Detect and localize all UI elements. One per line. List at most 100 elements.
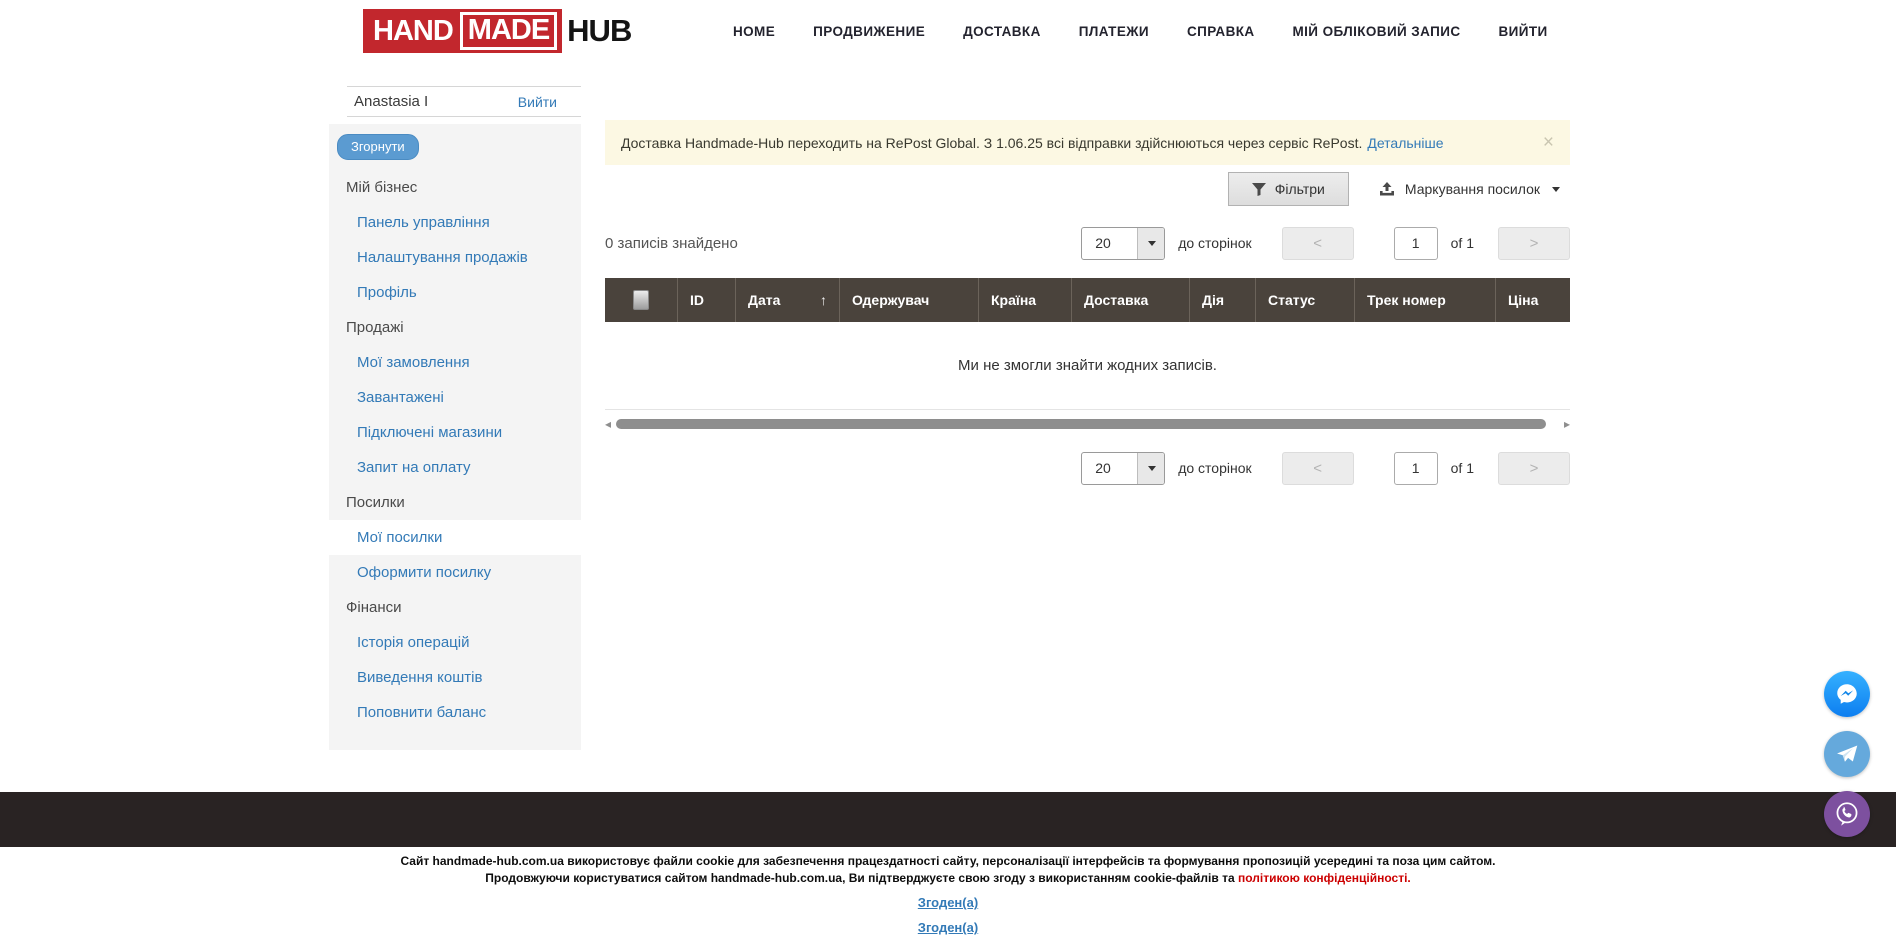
parcel-marking-label: Маркування посилок	[1405, 181, 1540, 197]
prev-page-button-top[interactable]: <	[1282, 227, 1354, 260]
column-header-action[interactable]: Дія	[1190, 278, 1256, 322]
nav-item-help[interactable]: СПРАВКА	[1187, 24, 1255, 39]
messenger-icon	[1834, 681, 1860, 707]
column-header-select-all[interactable]	[605, 278, 678, 322]
sidebar-item-sales-settings[interactable]: Налаштування продажів	[329, 240, 581, 275]
column-header-track-number[interactable]: Трек номер	[1355, 278, 1496, 322]
pagination-bottom-row: 20 до сторінок < of 1 >	[605, 451, 1570, 485]
sidebar-item-uploaded[interactable]: Завантажені	[329, 380, 581, 415]
filters-button-label: Фільтри	[1275, 181, 1325, 197]
logo-hub: HUB	[562, 9, 631, 53]
nav-item-promotion[interactable]: ПРОДВИЖЕНИЕ	[813, 24, 925, 39]
logout-link[interactable]: Вийти	[518, 94, 557, 110]
sidebar: Згорнути Мій бізнес Панель управління На…	[329, 124, 581, 750]
results-count: 0 записів знайдено	[605, 235, 738, 252]
column-header-date-label: Дата	[748, 292, 780, 308]
privacy-policy-link[interactable]: політикою конфіденційності.	[1238, 871, 1411, 885]
horizontal-scrollbar: ◂ ▸	[605, 417, 1570, 431]
logo-hand: HAND	[373, 15, 453, 48]
logo-made: MADE	[460, 12, 557, 50]
user-box: Anastasia I Вийти	[347, 86, 581, 117]
column-header-price[interactable]: Ціна	[1496, 278, 1570, 322]
column-header-recipient[interactable]: Одержувач	[840, 278, 979, 322]
social-buttons	[1824, 671, 1870, 837]
parcel-marking-dropdown[interactable]: Маркування посилок	[1379, 181, 1560, 197]
select-all-checkbox[interactable]	[633, 290, 649, 310]
sidebar-item-my-orders[interactable]: Мої замовлення	[329, 345, 581, 380]
notice-details-link[interactable]: Детальніше	[1367, 135, 1443, 151]
per-page-label: до сторінок	[1178, 235, 1251, 251]
next-page-button-bottom[interactable]: >	[1498, 452, 1570, 485]
cookie-line-2: Продовжуючи користуватися сайтом handmad…	[0, 870, 1896, 887]
chevron-down-icon	[1552, 187, 1560, 192]
telegram-button[interactable]	[1824, 731, 1870, 777]
sidebar-item-dashboard[interactable]: Панель управління	[329, 205, 581, 240]
sidebar-item-payment-request[interactable]: Запит на оплату	[329, 450, 581, 485]
results-row: 0 записів знайдено 20 до сторінок < of 1…	[605, 223, 1570, 263]
agree-link-2[interactable]: Згоден(а)	[918, 919, 978, 936]
nav-item-payments[interactable]: ПЛАТЕЖИ	[1079, 24, 1149, 39]
cookie-line-1: Сайт handmade-hub.com.ua використовує фа…	[0, 853, 1896, 870]
next-page-button-top[interactable]: >	[1498, 227, 1570, 260]
telegram-icon	[1834, 741, 1860, 767]
messenger-button[interactable]	[1824, 671, 1870, 717]
page-size-value: 20	[1082, 453, 1137, 484]
page-input-top[interactable]	[1394, 227, 1438, 260]
sidebar-item-top-up-balance[interactable]: Поповнити баланс	[329, 695, 581, 730]
column-header-delivery[interactable]: Доставка	[1072, 278, 1190, 322]
per-page-label: до сторінок	[1178, 460, 1251, 476]
top-header: HAND MADE HUB HOME ПРОДВИЖЕНИЕ ДОСТАВКА …	[0, 0, 1896, 63]
toolbar: Фільтри Маркування посилок	[605, 172, 1570, 206]
sidebar-item-withdraw-funds[interactable]: Виведення коштів	[329, 660, 581, 695]
nav-item-delivery[interactable]: ДОСТАВКА	[963, 24, 1041, 39]
sort-asc-icon[interactable]: ↑	[820, 292, 827, 308]
nav-item-home[interactable]: HOME	[733, 24, 775, 39]
prev-page-button-bottom[interactable]: <	[1282, 452, 1354, 485]
scrollbar-track[interactable]	[616, 419, 1559, 429]
caret-down-icon	[1137, 453, 1164, 484]
scroll-left-icon[interactable]: ◂	[605, 418, 611, 430]
close-icon[interactable]: ×	[1543, 133, 1554, 152]
sidebar-section-my-business: Мій бізнес	[329, 170, 581, 205]
main-content: Доставка Handmade-Hub переходить на RePo…	[605, 63, 1570, 485]
sidebar-section-parcels: Посилки	[329, 485, 581, 520]
scrollbar-thumb[interactable]	[616, 419, 1546, 429]
agree-link-1[interactable]: Згоден(а)	[918, 894, 978, 911]
page-size-value: 20	[1082, 228, 1137, 259]
parcels-table-header: ID Дата ↑ Одержувач Країна Доставка Дія …	[605, 278, 1570, 322]
column-header-date[interactable]: Дата ↑	[736, 278, 840, 322]
filter-icon	[1252, 183, 1266, 196]
upload-icon	[1379, 182, 1395, 197]
main-nav: HOME ПРОДВИЖЕНИЕ ДОСТАВКА ПЛАТЕЖИ СПРАВК…	[733, 0, 1548, 63]
viber-button[interactable]	[1824, 791, 1870, 837]
nav-item-account[interactable]: МІЙ ОБЛІКОВИЙ ЗАПИС	[1293, 24, 1461, 39]
pagination-top: 20 до сторінок < of 1 >	[1081, 227, 1570, 260]
notice-text: Доставка Handmade-Hub переходить на RePo…	[621, 135, 1362, 151]
sidebar-item-profile[interactable]: Профіль	[329, 275, 581, 310]
page-size-select-bottom[interactable]: 20	[1081, 452, 1165, 485]
page-size-select-top[interactable]: 20	[1081, 227, 1165, 260]
left-column: Anastasia I Вийти Згорнути Мій бізнес Па…	[329, 63, 581, 750]
collapse-sidebar-button[interactable]: Згорнути	[337, 134, 419, 160]
scroll-right-icon[interactable]: ▸	[1564, 418, 1570, 430]
column-header-id[interactable]: ID	[678, 278, 736, 322]
sidebar-section-sales: Продажі	[329, 310, 581, 345]
cookie-notice: Сайт handmade-hub.com.ua використовує фа…	[0, 853, 1896, 937]
nav-item-logout[interactable]: ВИЙТИ	[1499, 24, 1548, 39]
logo-red-block: HAND MADE	[363, 9, 562, 53]
filters-button[interactable]: Фільтри	[1228, 172, 1349, 206]
sidebar-item-my-parcels[interactable]: Мої посилки	[329, 520, 581, 555]
page-of-label: of 1	[1451, 235, 1474, 251]
empty-table-message: Ми не змогли знайти жодних записів.	[958, 357, 1217, 374]
column-header-status[interactable]: Статус	[1256, 278, 1355, 322]
page-input-bottom[interactable]	[1394, 452, 1438, 485]
caret-down-icon	[1137, 228, 1164, 259]
sidebar-item-connected-shops[interactable]: Підключені магазини	[329, 415, 581, 450]
sidebar-item-create-parcel[interactable]: Оформити посилку	[329, 555, 581, 590]
parcels-table-body: Ми не змогли знайти жодних записів.	[605, 322, 1570, 410]
column-header-country[interactable]: Країна	[979, 278, 1072, 322]
page-of-label: of 1	[1451, 460, 1474, 476]
site-logo[interactable]: HAND MADE HUB	[363, 9, 631, 53]
sidebar-item-transaction-history[interactable]: Історія операцій	[329, 625, 581, 660]
notice-banner: Доставка Handmade-Hub переходить на RePo…	[605, 120, 1570, 165]
